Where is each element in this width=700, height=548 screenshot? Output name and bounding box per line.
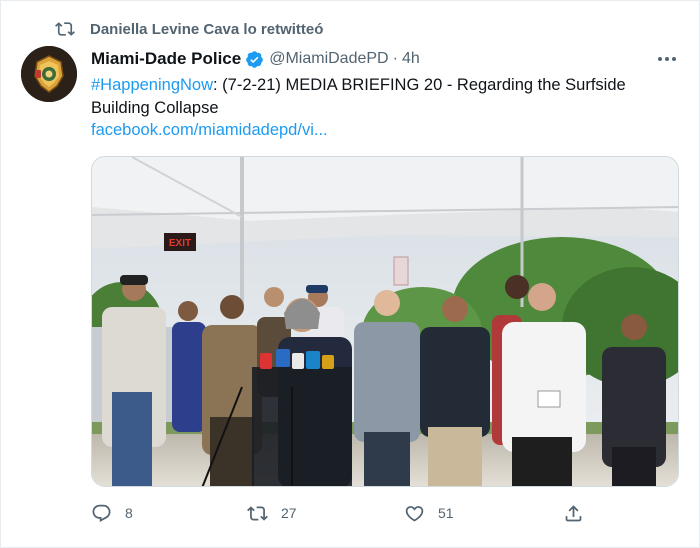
tweet-text: #HappeningNow: (7-2-21) MEDIA BRIEFING 2… — [91, 74, 681, 120]
heart-icon — [405, 505, 424, 522]
retweet-icon — [247, 505, 268, 521]
exit-sign: EXIT — [169, 238, 191, 249]
author-display-name[interactable]: Miami-Dade Police — [91, 49, 241, 69]
more-dot-icon — [658, 57, 662, 61]
press-briefing-photo: EXIT — [92, 157, 678, 486]
like-button[interactable]: 51 — [404, 501, 454, 525]
tweet-timestamp[interactable]: 4h — [402, 50, 420, 68]
retweet-button[interactable]: 27 — [247, 501, 297, 525]
avatar[interactable] — [21, 46, 77, 102]
tweet-card[interactable]: Daniella Levine Cava lo retwitteó Miami-… — [0, 0, 700, 548]
external-link[interactable]: facebook.com/miamidadepd/vi... — [91, 121, 328, 140]
retweeted-by-label[interactable]: Daniella Levine Cava lo retwitteó — [90, 21, 323, 38]
like-count: 51 — [438, 505, 454, 521]
author-handle[interactable]: @MiamiDadePD — [269, 50, 388, 68]
retweet-icon — [55, 22, 75, 36]
reply-count: 8 — [125, 505, 133, 521]
tweet-header: Miami-Dade Police @MiamiDadePD · 4h — [91, 48, 420, 70]
reply-icon — [92, 504, 111, 522]
tweet-actions: 8 27 51 — [91, 501, 681, 525]
hashtag-link[interactable]: #HappeningNow — [91, 76, 213, 94]
retweet-count: 27 — [281, 505, 297, 521]
more-dot-icon — [672, 57, 676, 61]
more-options-button[interactable] — [655, 50, 679, 68]
tweet-media-photo[interactable]: EXIT — [91, 156, 679, 487]
police-badge-avatar — [21, 46, 77, 102]
retweet-context: Daniella Levine Cava lo retwitteó — [55, 19, 323, 39]
share-icon — [565, 504, 582, 521]
verified-badge-icon — [246, 50, 264, 68]
more-dot-icon — [665, 57, 669, 61]
share-button[interactable] — [563, 501, 584, 525]
reply-button[interactable]: 8 — [91, 501, 133, 525]
meta-separator: · — [392, 50, 398, 67]
